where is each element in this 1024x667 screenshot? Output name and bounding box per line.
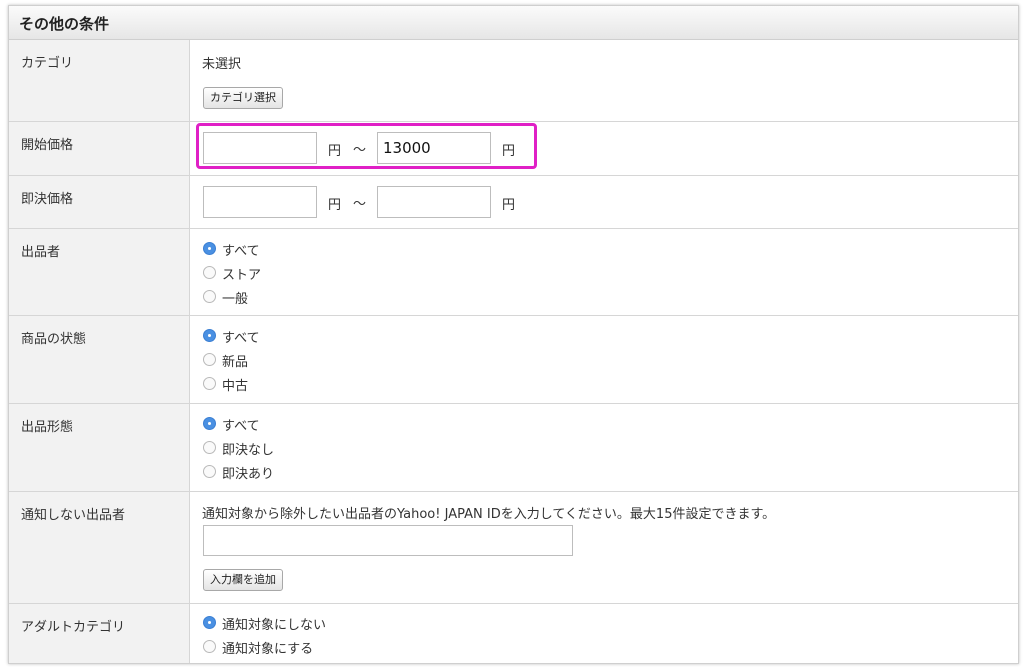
adult-category-label: アダルトカテゴリ <box>21 620 126 635</box>
seller-row: 出品者 すべて ストア 一般 <box>9 229 1018 316</box>
condition-row: 商品の状態 すべて 新品 中古 <box>9 316 1018 404</box>
panel-title: その他の条件 <box>19 15 110 33</box>
label-cell: 通知しない出品者 <box>9 492 190 603</box>
radio-button[interactable] <box>203 266 216 279</box>
other-conditions-panel: その他の条件 カテゴリ 未選択 カテゴリ選択 開始価格 円 〜 13000 円 … <box>8 5 1019 664</box>
category-value: 未選択 <box>202 57 242 72</box>
radio-button[interactable] <box>203 353 216 366</box>
start-price-label: 開始価格 <box>21 138 74 153</box>
radio-button[interactable] <box>203 329 216 342</box>
radio-label: 中古 <box>222 379 249 394</box>
label-cell: 即決価格 <box>9 176 190 228</box>
buy-now-price-row: 即決価格 円 〜 円 <box>9 176 1018 229</box>
label-cell: 商品の状態 <box>9 316 190 403</box>
radio-label: すべて <box>222 244 260 259</box>
radio-button[interactable] <box>203 242 216 255</box>
listing-type-label: 出品形態 <box>21 420 74 435</box>
category-label: カテゴリ <box>21 56 74 71</box>
tilde-separator: 〜 <box>353 197 367 212</box>
buy-now-price-max-input[interactable] <box>377 186 491 218</box>
radio-label: 即決あり <box>222 467 275 482</box>
radio-label: すべて <box>222 331 260 346</box>
label-cell: アダルトカテゴリ <box>9 604 190 663</box>
category-select-button[interactable]: カテゴリ選択 <box>203 87 283 109</box>
radio-label: 通知対象にする <box>222 642 314 657</box>
radio-button[interactable] <box>203 290 216 303</box>
radio-label: 新品 <box>222 355 249 370</box>
price-highlight-box <box>196 123 537 169</box>
listing-type-row: 出品形態 すべて 即決なし 即決あり <box>9 404 1018 492</box>
radio-button[interactable] <box>203 465 216 478</box>
adult-category-row: アダルトカテゴリ 通知対象にしない 通知対象にする <box>9 604 1018 663</box>
yen-unit: 円 <box>502 198 516 213</box>
condition-label: 商品の状態 <box>21 332 87 347</box>
excluded-sellers-label: 通知しない出品者 <box>21 508 126 523</box>
label-cell: 開始価格 <box>9 122 190 175</box>
panel-header: その他の条件 <box>9 6 1018 40</box>
label-cell: カテゴリ <box>9 40 190 121</box>
buy-now-price-min-input[interactable] <box>203 186 317 218</box>
radio-label: 即決なし <box>222 443 275 458</box>
label-cell: 出品者 <box>9 229 190 315</box>
excluded-seller-id-input[interactable] <box>203 525 573 556</box>
excluded-sellers-row: 通知しない出品者 通知対象から除外したい出品者のYahoo! JAPAN IDを… <box>9 492 1018 604</box>
add-input-field-button[interactable]: 入力欄を追加 <box>203 569 283 591</box>
radio-label: すべて <box>222 419 260 434</box>
radio-label: 一般 <box>222 292 249 307</box>
radio-button[interactable] <box>203 616 216 629</box>
excluded-sellers-description: 通知対象から除外したい出品者のYahoo! JAPAN IDを入力してください。… <box>202 507 776 522</box>
radio-label: 通知対象にしない <box>222 618 327 633</box>
radio-button[interactable] <box>203 640 216 653</box>
radio-button[interactable] <box>203 417 216 430</box>
radio-button[interactable] <box>203 377 216 390</box>
yen-unit: 円 <box>328 198 342 213</box>
category-row: カテゴリ 未選択 カテゴリ選択 <box>9 40 1018 122</box>
seller-label: 出品者 <box>21 245 61 260</box>
radio-label: ストア <box>222 268 262 283</box>
label-cell: 出品形態 <box>9 404 190 491</box>
radio-button[interactable] <box>203 441 216 454</box>
buy-now-price-label: 即決価格 <box>21 192 74 207</box>
